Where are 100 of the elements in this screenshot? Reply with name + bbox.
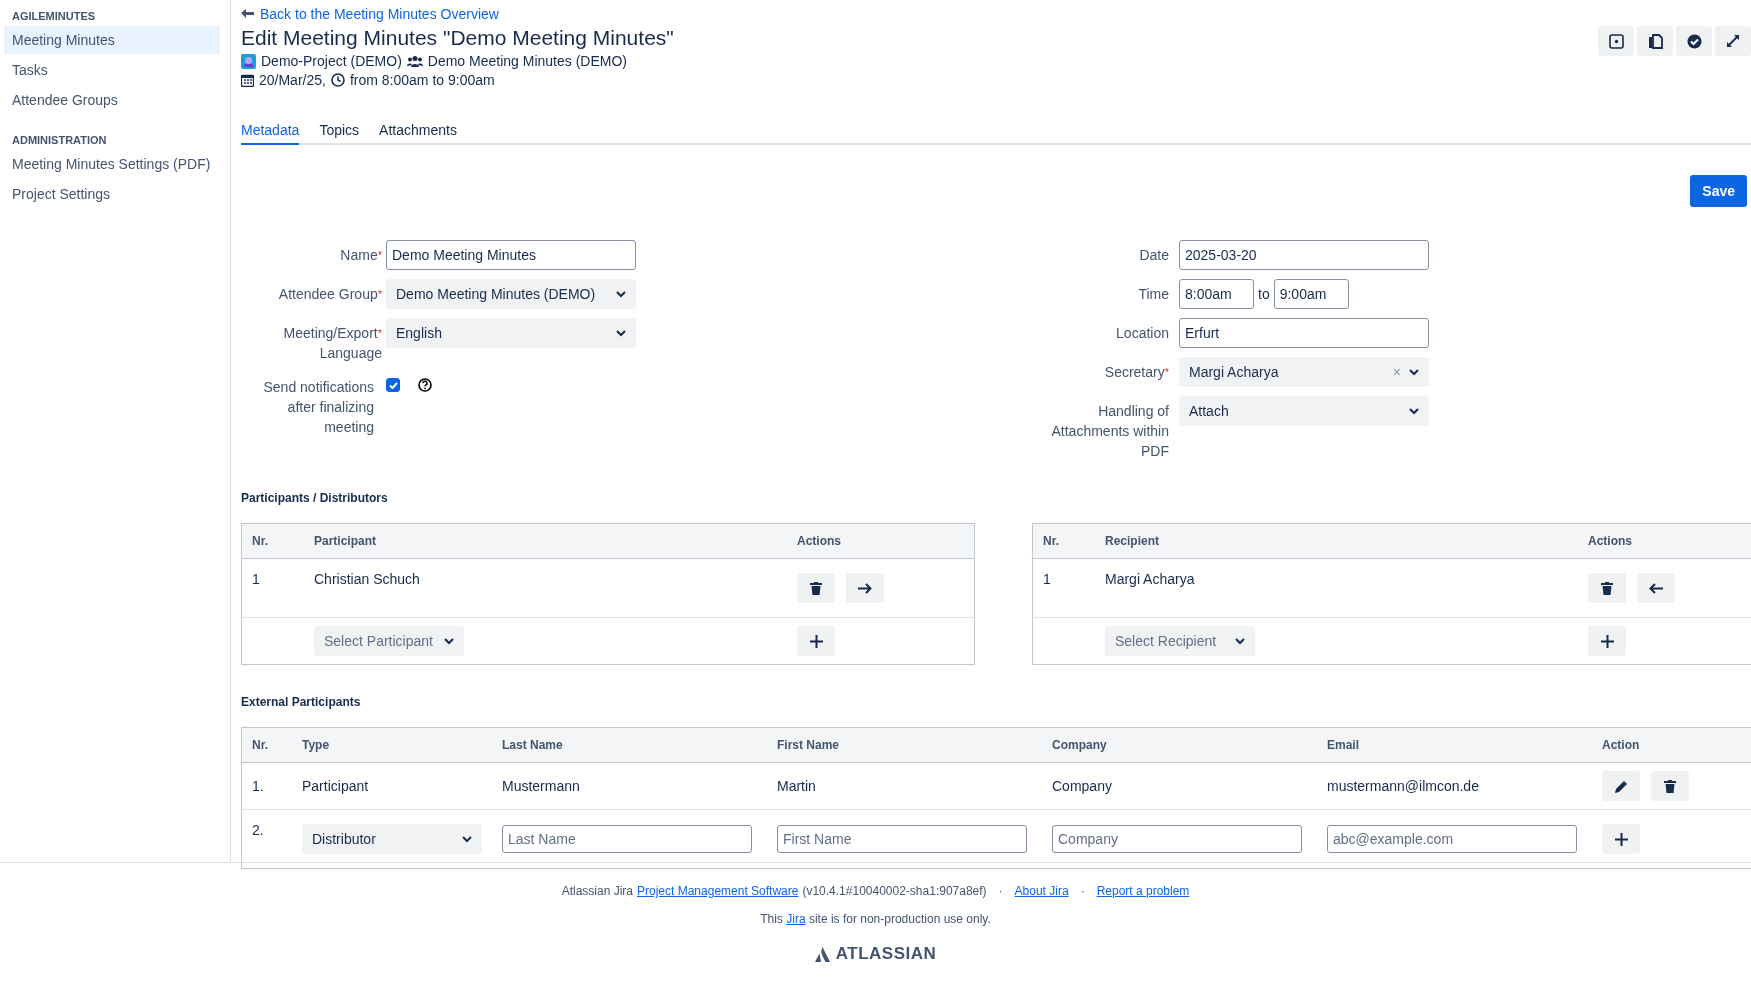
arrow-left-icon bbox=[1649, 582, 1663, 594]
column-header: Type bbox=[292, 727, 492, 763]
table-cell: Martin bbox=[767, 762, 1042, 810]
select-field[interactable]: Distributor bbox=[302, 824, 482, 854]
logo-text: ATLASSIAN bbox=[835, 944, 937, 964]
table-cell: 1. bbox=[241, 762, 292, 810]
column-header: Action bbox=[1592, 727, 1751, 763]
version-text: (v10.4.1#10040002-sha1:907a8ef) bbox=[802, 884, 987, 898]
project-name: Demo-Project (DEMO) bbox=[261, 53, 402, 69]
time-field[interactable]: 9:00am bbox=[1273, 279, 1349, 309]
sidebar-item[interactable]: Meeting Minutes Settings (PDF) bbox=[4, 150, 220, 178]
meeting-time: from 8:00am to 9:00am bbox=[349, 72, 495, 88]
help-icon[interactable] bbox=[418, 378, 432, 392]
move-button[interactable] bbox=[846, 573, 884, 603]
footer-link[interactable]: Report a problem bbox=[1096, 884, 1190, 898]
edit-button[interactable] bbox=[1602, 771, 1640, 801]
add-button[interactable] bbox=[1588, 626, 1626, 656]
checkbox[interactable] bbox=[386, 378, 400, 392]
save-button[interactable]: Save bbox=[1690, 175, 1747, 207]
sidebar-item[interactable]: Attendee Groups bbox=[4, 86, 220, 114]
table-cell: Christian Schuch bbox=[304, 558, 787, 618]
field-label: Name* bbox=[339, 246, 382, 265]
select-field[interactable]: Select Recipient bbox=[1105, 626, 1255, 656]
move-button[interactable] bbox=[1637, 573, 1675, 603]
column-header: Nr. bbox=[241, 727, 292, 763]
field-label: Send notifications after finalizing meeting bbox=[262, 378, 375, 437]
plus-icon bbox=[809, 634, 823, 648]
column-header: Company bbox=[1042, 727, 1317, 763]
group-name: Demo Meeting Minutes (DEMO) bbox=[427, 53, 627, 69]
field-label: Secretary* bbox=[1103, 363, 1169, 382]
select-field[interactable]: Margi Acharya × bbox=[1179, 357, 1429, 387]
field-label: Location bbox=[1115, 324, 1169, 343]
footer-notice: This Jira site is for non-production use only. bbox=[760, 912, 991, 926]
back-link[interactable]: Back to the Meeting Minutes Overview bbox=[241, 6, 499, 22]
select-field[interactable]: Demo Meeting Minutes (DEMO) bbox=[386, 279, 636, 309]
table-cell: Company bbox=[1042, 762, 1317, 810]
column-header: Nr. bbox=[1032, 523, 1095, 559]
trash-icon bbox=[1601, 581, 1613, 595]
input-field[interactable]: First Name bbox=[777, 825, 1027, 853]
select-field[interactable]: English bbox=[386, 318, 636, 348]
column-header: Nr. bbox=[241, 523, 304, 559]
section-heading: External Participants bbox=[241, 695, 362, 709]
chevron-down-icon bbox=[1235, 637, 1245, 645]
add-button[interactable] bbox=[797, 626, 835, 656]
field-label: Date bbox=[1138, 246, 1169, 265]
delete-button[interactable] bbox=[797, 573, 835, 603]
chevron-down-icon bbox=[1409, 407, 1419, 415]
input-field[interactable]: Company bbox=[1052, 825, 1302, 853]
field-label: Attendee Group* bbox=[277, 285, 382, 304]
delete-button[interactable] bbox=[1588, 573, 1626, 603]
select-field[interactable]: Attach bbox=[1179, 396, 1429, 426]
table-cell: mustermann@ilmcon.de bbox=[1317, 762, 1592, 810]
footer-link[interactable]: Jira bbox=[786, 912, 806, 926]
copy-icon[interactable] bbox=[1637, 26, 1673, 56]
chevron-down-icon bbox=[1409, 368, 1419, 376]
back-arrow-icon bbox=[241, 9, 254, 19]
time-field[interactable]: 8:00am bbox=[1179, 279, 1254, 309]
section-heading: ADMINISTRATION bbox=[11, 133, 108, 148]
table-cell: Participant bbox=[292, 762, 492, 810]
table-cell: 1 bbox=[1032, 558, 1095, 618]
tab[interactable]: Topics bbox=[319, 118, 360, 145]
footer-link[interactable]: Project Management Software bbox=[637, 884, 799, 898]
column-header: Last Name bbox=[492, 727, 767, 763]
table-cell: Mustermann bbox=[492, 762, 767, 810]
table-cell: 1 bbox=[241, 558, 304, 618]
sidebar-item[interactable]: Project Settings bbox=[4, 180, 220, 208]
add-button[interactable] bbox=[1602, 824, 1640, 854]
delete-button[interactable] bbox=[1651, 771, 1689, 801]
trash-icon bbox=[810, 581, 822, 595]
text-field[interactable]: 2025-03-20 bbox=[1179, 240, 1429, 270]
input-field[interactable]: abc@example.com bbox=[1327, 825, 1577, 853]
plus-icon bbox=[1600, 634, 1614, 648]
text-field[interactable]: Demo Meeting Minutes bbox=[386, 240, 636, 270]
column-header: Participant bbox=[304, 523, 787, 559]
chevron-down-icon bbox=[462, 835, 472, 843]
logo-icon bbox=[814, 946, 830, 962]
section-heading: Participants / Distributors bbox=[241, 491, 389, 505]
expand-icon[interactable] bbox=[1715, 26, 1751, 56]
page-title: Edit Meeting Minutes "Demo Meeting Minutes" bbox=[241, 26, 674, 50]
chevron-down-icon bbox=[616, 290, 626, 298]
separator-dot: · bbox=[998, 884, 1003, 898]
select-field[interactable]: Select Participant bbox=[314, 626, 464, 656]
clock-icon bbox=[330, 73, 345, 87]
column-header: First Name bbox=[767, 727, 1042, 763]
chevron-down-icon bbox=[616, 329, 626, 337]
trash-icon bbox=[1664, 779, 1676, 793]
tab[interactable]: Attachments bbox=[379, 118, 457, 145]
table-cell: Margi Acharya bbox=[1095, 558, 1578, 618]
column-header: Recipient bbox=[1095, 523, 1578, 559]
sidebar-item[interactable]: Tasks bbox=[4, 56, 220, 84]
project-avatar-icon bbox=[241, 53, 256, 69]
text-field[interactable]: Erfurt bbox=[1179, 318, 1429, 348]
table-cell: 2. bbox=[241, 809, 292, 869]
plus-icon bbox=[1614, 832, 1628, 846]
footer-link[interactable]: About Jira bbox=[1014, 884, 1069, 898]
input-field[interactable]: Last Name bbox=[502, 825, 752, 853]
tab[interactable]: Metadata bbox=[241, 118, 300, 145]
column-header: Actions bbox=[787, 523, 975, 559]
meeting-date: 20/Mar/25, bbox=[259, 72, 326, 88]
sidebar-item[interactable]: Meeting Minutes bbox=[4, 26, 220, 54]
